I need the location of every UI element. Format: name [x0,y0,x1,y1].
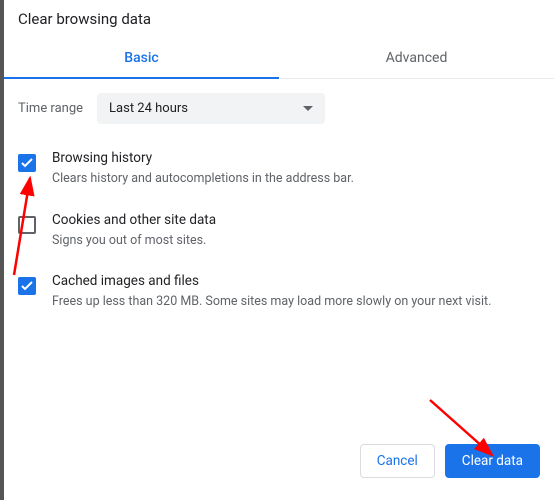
cancel-button-label: Cancel [377,453,418,469]
option-browsing-history: Browsing history Clears history and auto… [18,140,540,202]
checkbox-cookies[interactable] [18,216,36,234]
option-cached: Cached images and files Frees up less th… [18,263,540,325]
checkbox-cached[interactable] [18,277,36,295]
tab-advanced-label: Advanced [386,50,448,66]
option-title: Cached images and files [52,273,540,289]
tab-advanced[interactable]: Advanced [279,40,554,78]
tab-basic-label: Basic [124,50,158,66]
option-title: Browsing history [52,150,540,166]
option-cookies: Cookies and other site data Signs you ou… [18,202,540,264]
time-range-label: Time range [18,101,83,116]
tab-basic[interactable]: Basic [4,40,279,78]
chevron-down-icon [303,106,313,112]
dialog-title: Clear browsing data [4,0,554,40]
clear-data-button-label: Clear data [462,453,523,469]
option-text: Cookies and other site data Signs you ou… [52,212,540,250]
time-range-value: Last 24 hours [109,101,188,116]
clear-data-button[interactable]: Clear data [445,444,540,478]
option-desc: Frees up less than 320 MB. Some sites ma… [52,293,540,311]
option-desc: Signs you out of most sites. [52,232,540,250]
dialog-footer: Cancel Clear data [360,444,540,478]
cancel-button[interactable]: Cancel [360,444,435,478]
option-text: Cached images and files Frees up less th… [52,273,540,311]
time-range-select[interactable]: Last 24 hours [97,93,325,124]
checkbox-browsing-history[interactable] [18,154,36,172]
option-title: Cookies and other site data [52,212,540,228]
clear-browsing-data-dialog: Clear browsing data Basic Advanced Time … [4,0,554,500]
options-list: Browsing history Clears history and auto… [4,134,554,325]
time-range-row: Time range Last 24 hours [4,79,554,134]
tabs: Basic Advanced [4,40,554,79]
option-text: Browsing history Clears history and auto… [52,150,540,188]
option-desc: Clears history and autocompletions in th… [52,170,540,188]
